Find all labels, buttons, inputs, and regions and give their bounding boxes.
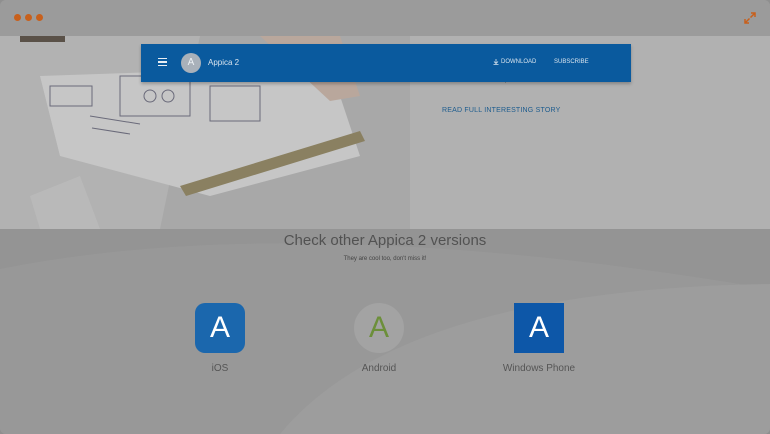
app-android[interactable]: A Android: [319, 303, 439, 374]
app-ios[interactable]: A iOS: [160, 303, 280, 374]
window-dot-minimize[interactable]: [25, 14, 32, 21]
window-dot-close[interactable]: [14, 14, 21, 21]
download-icon: [493, 59, 499, 65]
versions-subtitle: They are cool too, don't miss it!: [343, 256, 427, 262]
app-label-windows-phone: Windows Phone: [502, 363, 576, 374]
expand-icon[interactable]: [744, 11, 756, 24]
android-app-icon[interactable]: A: [354, 303, 404, 353]
app-label-android: Android: [361, 363, 397, 374]
read-story-link[interactable]: READ FULL INTERESTING STORY: [442, 107, 560, 114]
download-label: DOWNLOAD: [501, 59, 537, 65]
window-dot-maximize[interactable]: [36, 14, 43, 21]
download-button[interactable]: DOWNLOAD: [493, 59, 536, 65]
browser-frame: dolores ex doloribus, incidunt nisi veni…: [0, 0, 770, 434]
app-navbar: A Appica 2 DOWNLOAD SUBSCRIBE: [141, 44, 631, 82]
app-windows-phone[interactable]: A Windows Phone: [479, 303, 599, 374]
hamburger-menu-icon[interactable]: [158, 58, 167, 67]
windows-phone-app-icon[interactable]: A: [514, 303, 564, 353]
avatar[interactable]: A: [181, 53, 201, 73]
app-title: Appica 2: [208, 58, 240, 67]
ios-app-icon[interactable]: A: [195, 303, 245, 353]
window-chrome: [0, 0, 770, 36]
versions-title: Check other Appica 2 versions: [283, 232, 487, 249]
app-label-ios: iOS: [211, 363, 229, 374]
subscribe-button[interactable]: SUBSCRIBE: [554, 59, 589, 65]
